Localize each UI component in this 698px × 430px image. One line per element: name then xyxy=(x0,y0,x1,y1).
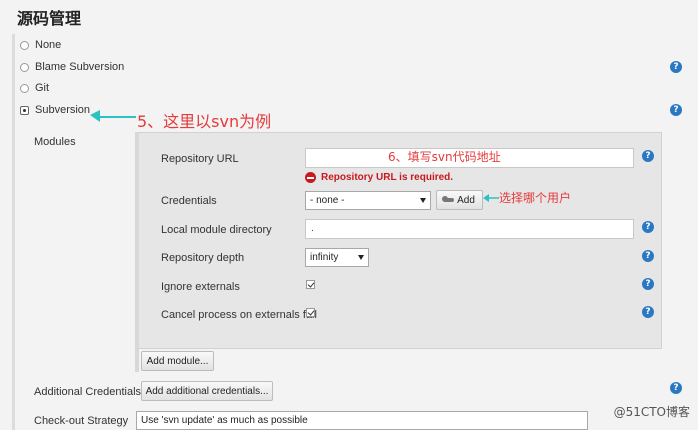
repository-url-label: Repository URL xyxy=(161,153,239,165)
scm-option-label: Blame Subversion xyxy=(35,61,125,73)
chevron-down-icon xyxy=(420,198,426,203)
annotation-arrow-icon xyxy=(483,194,499,202)
annotation-step6: 6、填写svn代码地址 xyxy=(388,150,501,164)
scm-option-label: None xyxy=(35,39,62,51)
radio-none[interactable] xyxy=(20,40,29,50)
help-icon[interactable]: ? xyxy=(670,61,682,73)
checkout-strategy-selected: Use 'svn update' as much as possible xyxy=(141,415,308,426)
additional-credentials-label: Additional Credentials xyxy=(34,386,142,398)
add-module-button[interactable]: Add module... xyxy=(141,351,214,371)
scm-option-blame-subversion[interactable]: Blame Subversion xyxy=(20,61,124,73)
cancel-process-label: Cancel process on externals fail xyxy=(161,309,317,321)
cancel-process-checkbox[interactable] xyxy=(306,308,315,317)
credentials-selected: - none - xyxy=(310,195,345,206)
local-module-directory-label: Local module directory xyxy=(161,224,272,236)
scm-option-label: Git xyxy=(35,82,50,94)
scm-option-git[interactable]: Git xyxy=(20,82,49,94)
radio-blame-subversion[interactable] xyxy=(20,62,29,72)
checkout-strategy-label: Check-out Strategy xyxy=(34,415,129,427)
radio-git[interactable] xyxy=(20,83,29,93)
modules-label: Modules xyxy=(34,136,76,148)
key-icon xyxy=(442,196,455,202)
add-additional-credentials-button[interactable]: Add additional credentials... xyxy=(141,381,273,401)
error-icon xyxy=(305,172,316,183)
section-title: 源码管理 xyxy=(17,11,82,28)
repository-depth-selected: infinity xyxy=(310,252,339,263)
help-icon[interactable]: ? xyxy=(642,278,654,290)
checkout-strategy-select[interactable]: Use 'svn update' as much as possible xyxy=(136,411,588,430)
module-subpanel-bar xyxy=(135,132,139,372)
scm-option-subversion[interactable]: Subversion xyxy=(20,104,90,116)
radio-subversion[interactable] xyxy=(20,105,29,115)
credentials-select[interactable]: - none - xyxy=(305,191,431,210)
credentials-label: Credentials xyxy=(161,195,217,207)
annotation-arrow-icon xyxy=(90,110,136,122)
chevron-down-icon xyxy=(358,255,364,260)
repository-depth-label: Repository depth xyxy=(161,252,245,264)
annotation-step5: 5、这里以svn为例 xyxy=(137,112,272,131)
ignore-externals-label: Ignore externals xyxy=(161,281,240,293)
help-icon[interactable]: ? xyxy=(642,221,654,233)
repository-url-error: Repository URL is required. xyxy=(305,172,453,183)
local-module-directory-input[interactable]: . xyxy=(305,219,634,239)
add-credentials-label: Add xyxy=(457,194,475,206)
repository-depth-select[interactable]: infinity xyxy=(305,248,369,267)
watermark: @51CTO博客 xyxy=(613,405,690,419)
scm-option-label: Subversion xyxy=(35,104,91,116)
add-credentials-button[interactable]: Add xyxy=(436,190,483,210)
scm-section-rule xyxy=(12,34,15,430)
help-icon[interactable]: ? xyxy=(642,306,654,318)
help-icon[interactable]: ? xyxy=(670,382,682,394)
help-icon[interactable]: ? xyxy=(642,250,654,262)
help-icon[interactable]: ? xyxy=(642,150,654,162)
annotation-credentials-hint: 选择哪个用户 xyxy=(499,191,572,205)
ignore-externals-checkbox[interactable] xyxy=(306,280,315,289)
error-message: Repository URL is required. xyxy=(321,172,454,183)
help-icon[interactable]: ? xyxy=(670,104,682,116)
scm-option-none[interactable]: None xyxy=(20,39,61,51)
